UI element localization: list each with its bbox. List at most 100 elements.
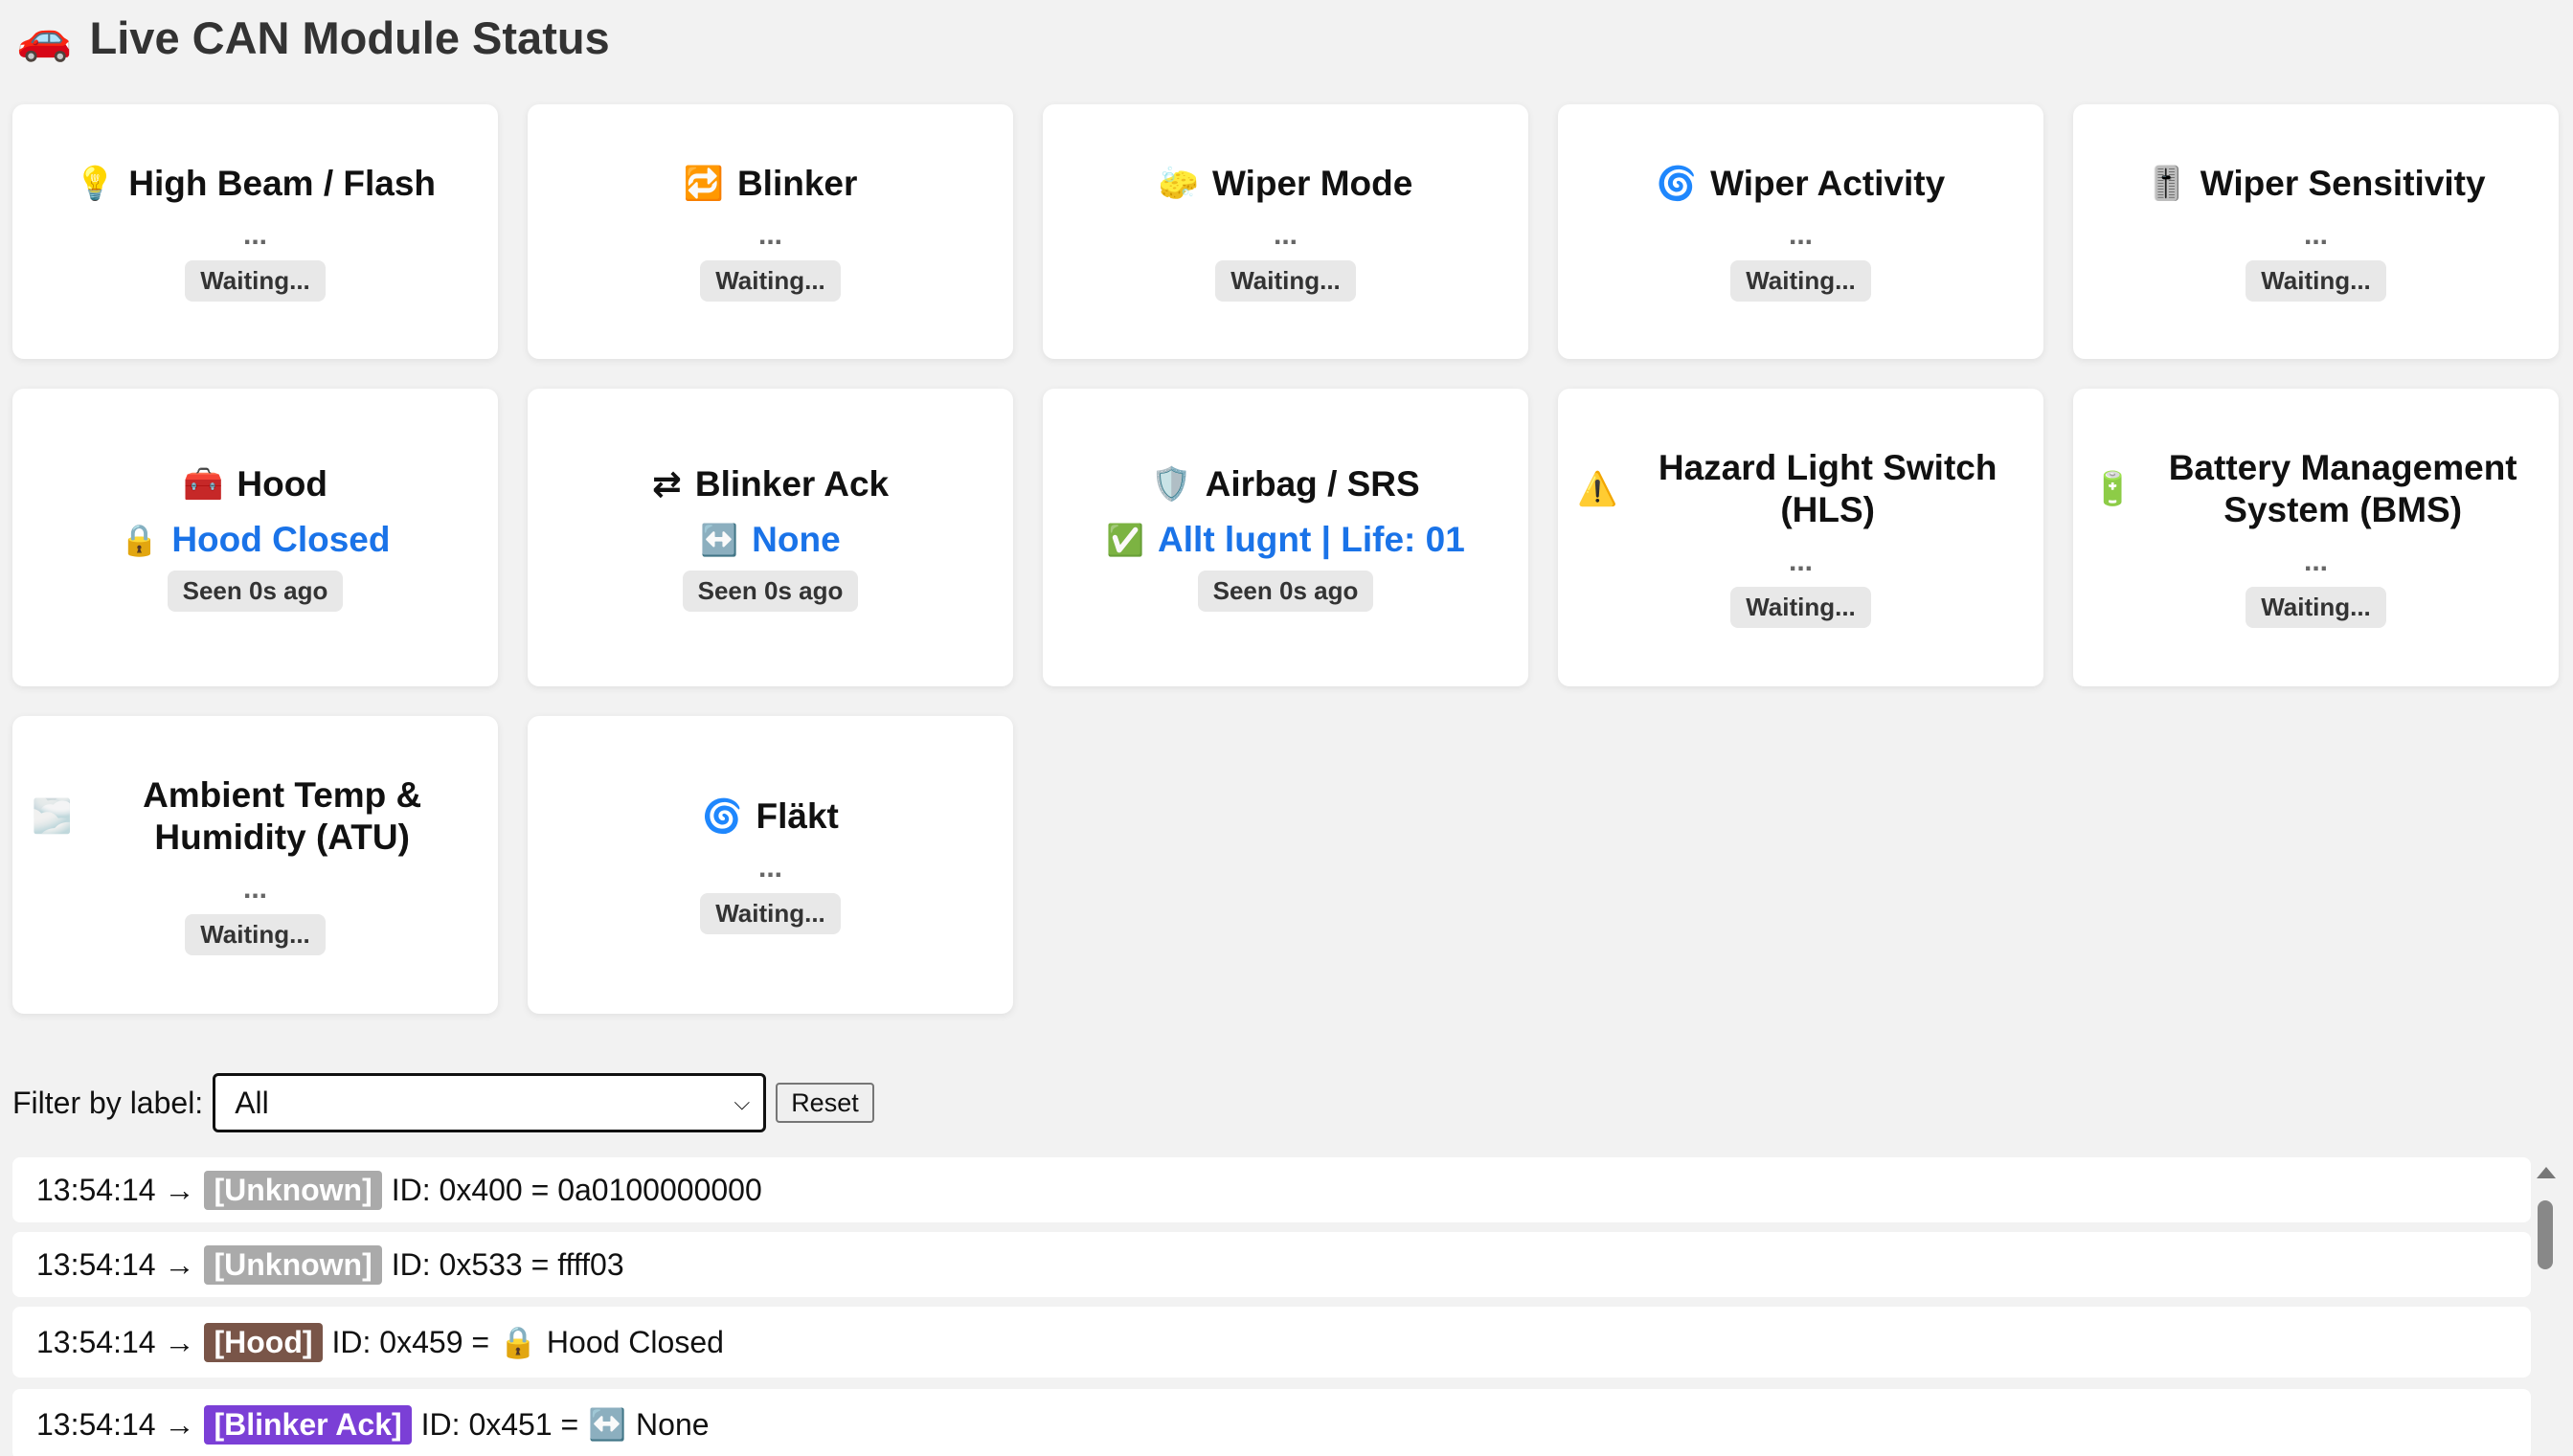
cyclone-icon: 🌀 bbox=[1656, 164, 1698, 203]
card-title: Blinker bbox=[736, 163, 858, 203]
card-high-beam: 💡 High Beam / Flash ... Waiting... bbox=[12, 104, 498, 359]
card-value: ... bbox=[242, 218, 267, 251]
cyclone-icon: 🌀 bbox=[702, 797, 743, 836]
card-wiper-sensitivity: 🎚️ Wiper Sensitivity ... Waiting... bbox=[2073, 104, 2559, 359]
log-time: 13:54:14 → bbox=[36, 1406, 195, 1442]
card-wiper-activity: 🌀 Wiper Activity ... Waiting... bbox=[1558, 104, 2043, 359]
card-title: Wiper Mode bbox=[1212, 163, 1413, 203]
card-value: ... bbox=[757, 218, 782, 251]
card-value: ... bbox=[757, 852, 782, 884]
filter-bar: Filter by label: All ⌵ Reset bbox=[12, 1073, 874, 1132]
card-value: ... bbox=[242, 873, 267, 905]
card-wiper-mode: 🧽 Wiper Mode ... Waiting... bbox=[1043, 104, 1528, 359]
message-log[interactable]: 13:54:14 → [Unknown] ID: 0x400 = 0a01000… bbox=[12, 1157, 2531, 1456]
card-value: ... bbox=[1788, 546, 1813, 577]
status-badge: Waiting... bbox=[1215, 259, 1356, 302]
filter-label: Filter by label: bbox=[12, 1085, 204, 1120]
card-title: High Beam / Flash bbox=[128, 163, 437, 203]
card-title: Fläkt bbox=[756, 796, 839, 836]
card-hazard-light-switch: ⚠️ Hazard Light Switch (HLS) ... Waiting.… bbox=[1558, 389, 2043, 686]
status-badge: Waiting... bbox=[185, 914, 326, 955]
card-value: ✅ Allt lugnt | Life: 01 bbox=[1106, 519, 1465, 561]
status-badge: Waiting... bbox=[1730, 259, 1871, 302]
label-tag: [Unknown] bbox=[204, 1170, 382, 1210]
log-time: 13:54:14 → bbox=[36, 1324, 195, 1359]
card-title: Blinker Ack bbox=[694, 464, 890, 504]
card-battery-management: 🔋 Battery Management System (BMS) ... Wai… bbox=[2073, 389, 2559, 686]
log-time: 13:54:14 → bbox=[36, 1172, 195, 1207]
swap-arrows-icon: ⇄ bbox=[651, 464, 682, 504]
status-badge: Waiting... bbox=[2246, 587, 2386, 628]
card-blinker-ack: ⇄ Blinker Ack ↔️ None Seen 0s ago bbox=[528, 389, 1013, 686]
card-value: ... bbox=[1788, 218, 1813, 251]
log-row: 13:54:14 → [Unknown] ID: 0x533 = ffff03 bbox=[12, 1232, 2531, 1297]
toolbox-icon: 🧰 bbox=[183, 465, 224, 504]
card-value: ↔️ None bbox=[700, 519, 840, 561]
status-badge: Waiting... bbox=[1730, 587, 1871, 628]
fog-icon: 🌫️ bbox=[32, 797, 73, 836]
status-badge: Seen 0s ago bbox=[1197, 571, 1374, 612]
card-hood: 🧰 Hood 🔒 Hood Closed Seen 0s ago bbox=[12, 389, 498, 686]
select-value: All bbox=[235, 1085, 269, 1120]
page-title-text: Live CAN Module Status bbox=[89, 12, 610, 63]
status-badge: Waiting... bbox=[185, 259, 326, 302]
card-flakt: 🌀 Fläkt ... Waiting... bbox=[528, 716, 1013, 1014]
car-icon: 🚗 bbox=[16, 11, 73, 64]
card-title: Hood bbox=[237, 464, 327, 504]
card-airbag: 🛡️ Airbag / SRS ✅ Allt lugnt | Life: 01 Se… bbox=[1043, 389, 1528, 686]
card-value: ... bbox=[2303, 546, 2328, 577]
label-filter-select[interactable]: All ⌵ bbox=[213, 1073, 767, 1132]
status-badge: Waiting... bbox=[700, 259, 841, 302]
card-title: Wiper Activity bbox=[1710, 163, 1946, 203]
card-value: 🔒 Hood Closed bbox=[120, 519, 390, 561]
log-value: None bbox=[636, 1406, 710, 1442]
log-scrollbar[interactable] bbox=[2533, 1157, 2560, 1456]
status-badge: Seen 0s ago bbox=[682, 571, 859, 612]
card-value-text: Allt lugnt | Life: 01 bbox=[1158, 520, 1465, 559]
card-title: Ambient Temp & Humidity (ATU) bbox=[143, 775, 422, 857]
module-card-grid: 💡 High Beam / Flash ... Waiting... 🔁 Blink… bbox=[12, 104, 2559, 1014]
warning-icon: ⚠️ bbox=[1577, 470, 1618, 508]
log-row: 13:54:14 → [Hood] ID: 0x459 = 🔒 Hood Clo… bbox=[12, 1307, 2531, 1378]
page-title: 🚗 Live CAN Module Status bbox=[16, 10, 610, 67]
log-time: 13:54:14 → bbox=[36, 1246, 195, 1282]
lock-icon: 🔒 bbox=[120, 522, 159, 558]
card-value: ... bbox=[1273, 218, 1298, 251]
card-blinker: 🔁 Blinker ... Waiting... bbox=[528, 104, 1013, 359]
card-title: Airbag / SRS bbox=[1205, 464, 1420, 504]
log-message: ID: 0x533 = ffff03 bbox=[391, 1246, 624, 1282]
card-title: Hazard Light Switch (HLS) bbox=[1658, 448, 1997, 529]
log-message: ID: 0x451 = bbox=[420, 1406, 579, 1442]
sponge-icon: 🧽 bbox=[1158, 164, 1199, 203]
log-message: ID: 0x400 = 0a0100000000 bbox=[391, 1172, 762, 1207]
check-mark-icon: ✅ bbox=[1106, 522, 1145, 558]
battery-icon: 🔋 bbox=[2092, 470, 2133, 508]
reset-button[interactable]: Reset bbox=[776, 1083, 874, 1123]
shield-icon: 🛡️ bbox=[1151, 465, 1192, 504]
card-value-text: Hood Closed bbox=[171, 520, 391, 559]
card-title: Battery Management System (BMS) bbox=[2168, 448, 2517, 529]
lightbulb-icon: 💡 bbox=[74, 164, 116, 203]
log-row: 13:54:14 → [Unknown] ID: 0x400 = 0a01000… bbox=[12, 1157, 2531, 1222]
card-value-text: None bbox=[752, 520, 841, 559]
card-ambient-temp: 🌫️ Ambient Temp & Humidity (ATU) ... Wait… bbox=[12, 716, 498, 1014]
scroll-up-arrow-icon[interactable] bbox=[2537, 1167, 2556, 1178]
chevron-down-icon: ⌵ bbox=[734, 1090, 751, 1114]
label-tag: [Hood] bbox=[204, 1322, 323, 1362]
slider-icon: 🎚️ bbox=[2146, 164, 2187, 203]
label-tag: [Blinker Ack] bbox=[204, 1404, 412, 1445]
log-row: 13:54:14 → [Blinker Ack] ID: 0x451 = ↔️ … bbox=[12, 1389, 2531, 1456]
left-right-arrow-icon: ↔️ bbox=[700, 522, 739, 558]
status-badge: Seen 0s ago bbox=[167, 571, 344, 612]
repeat-icon: 🔁 bbox=[683, 164, 724, 203]
lock-icon: 🔒 bbox=[499, 1324, 537, 1360]
log-message: ID: 0x459 = bbox=[331, 1324, 490, 1359]
left-right-arrow-icon: ↔️ bbox=[588, 1406, 627, 1443]
label-tag: [Unknown] bbox=[204, 1244, 382, 1285]
status-badge: Waiting... bbox=[700, 893, 841, 934]
card-value: ... bbox=[2303, 218, 2328, 251]
status-badge: Waiting... bbox=[2246, 259, 2386, 302]
log-value: Hood Closed bbox=[546, 1324, 724, 1359]
scrollbar-thumb[interactable] bbox=[2538, 1200, 2553, 1269]
card-title: Wiper Sensitivity bbox=[2200, 163, 2486, 203]
